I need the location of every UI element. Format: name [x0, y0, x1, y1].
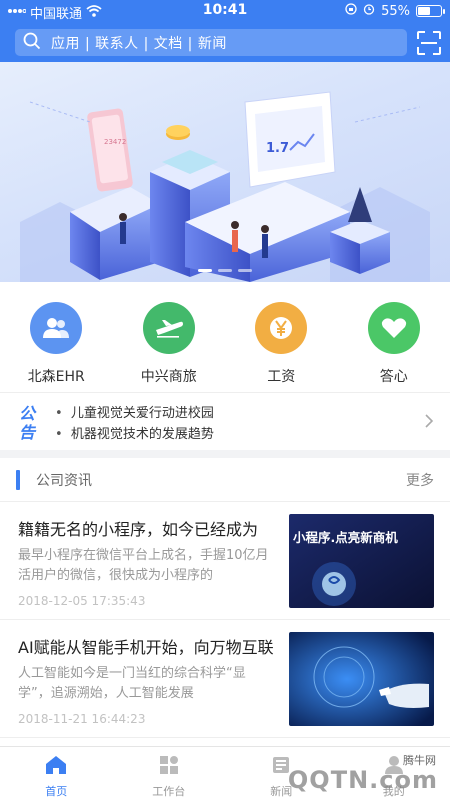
app-label: 北森EHR	[27, 369, 85, 385]
company-news: 公司资讯 更多 籍籍无名的小程序，如今已经成为 最早小程序在微信平台上成名，手握…	[0, 458, 450, 746]
announcement-item[interactable]: 儿童视觉关爱行动进校园	[55, 403, 214, 424]
announcement-badge-char-1: 公	[19, 404, 37, 423]
app-label: 中兴商旅	[140, 369, 197, 385]
carousel-dot-3[interactable]	[238, 269, 252, 272]
search-bar[interactable]: 应用 | 联系人 | 文档 | 新闻	[15, 29, 407, 56]
announcement-badge: 公 告	[18, 402, 40, 442]
rotation-lock-icon	[345, 3, 357, 19]
carousel-dot-1[interactable]	[198, 269, 212, 272]
monitor-screen-value: 1.7	[266, 141, 289, 156]
section-title: 公司资讯	[36, 473, 92, 489]
workbench-icon	[159, 755, 179, 779]
news-summary: 最早小程序在微信平台上成名，手握10亿月活用户的微信，很快成为小程序的	[18, 548, 269, 583]
heart-icon	[367, 302, 420, 354]
battery-percent: 55%	[381, 3, 410, 19]
watermark-logo: QQTN.com	[287, 766, 438, 794]
thumbnail-caption: 小程序.点亮新商机	[292, 530, 398, 545]
search-icon	[23, 32, 41, 54]
news-date: 2018-12-05 17:35:43	[18, 594, 146, 608]
search-placeholder: 应用 | 联系人 | 文档 | 新闻	[51, 35, 227, 52]
carousel-indicator[interactable]	[0, 269, 450, 272]
news-title: AI赋能从智能手机开始，向万物互联	[18, 638, 274, 657]
battery-icon	[416, 5, 445, 17]
home-icon	[45, 755, 67, 779]
scan-icon[interactable]	[416, 30, 442, 56]
news-thumbnail: 小程序.点亮新商机	[289, 514, 434, 608]
app-salary[interactable]: 工资	[225, 282, 338, 392]
news-header: 公司资讯 更多	[0, 458, 450, 502]
yen-icon	[255, 302, 308, 354]
tab-label: 首页	[45, 785, 68, 798]
news-summary: 人工智能如今是一门当红的综合科学“显学”，追源溯始，人工智能发展	[18, 666, 246, 701]
watermark: 腾牛网 QQTN.com	[288, 752, 442, 798]
airplane-icon	[142, 302, 195, 354]
app-label: 工资	[267, 369, 296, 385]
quick-apps: 北森EHR 中兴商旅 工资 答心	[0, 282, 450, 392]
banner-carousel[interactable]: 23472 1.7	[0, 62, 450, 282]
section-accent-bar	[16, 470, 20, 490]
app-daxin[interactable]: 答心	[338, 282, 450, 392]
news-item[interactable]: 籍籍无名的小程序，如今已经成为 最早小程序在微信平台上成名，手握10亿月活用户的…	[0, 502, 450, 620]
news-date: 2018-11-21 16:44:23	[18, 712, 146, 726]
status-bar: 中国联通 10:41 55%	[0, 0, 450, 22]
banner-illustration: 23472 1.7	[20, 91, 430, 282]
tab-workbench[interactable]: 工作台	[113, 747, 226, 800]
users-icon	[30, 302, 83, 354]
app-label: 答心	[379, 369, 408, 385]
chevron-right-icon[interactable]	[424, 413, 434, 433]
carousel-dot-2[interactable]	[218, 269, 232, 272]
news-title: 籍籍无名的小程序，如今已经成为	[18, 520, 259, 539]
news-item[interactable]: AI赋能从智能手机开始，向万物互联 人工智能如今是一门当红的综合科学“显学”，追…	[0, 620, 450, 738]
tab-label: 工作台	[152, 785, 186, 798]
app-zte-travel[interactable]: 中兴商旅	[113, 282, 226, 392]
announcement-badge-char-2: 告	[19, 423, 37, 442]
phone-screen-value: 23472	[104, 138, 126, 146]
tab-home[interactable]: 首页	[0, 747, 113, 800]
app-beisen-ehr[interactable]: 北森EHR	[0, 282, 113, 392]
alarm-icon	[363, 3, 375, 19]
news-thumbnail	[289, 632, 434, 726]
announcement-list: 儿童视觉关爱行动进校园 机器视觉技术的发展趋势	[55, 403, 214, 445]
announcement-item[interactable]: 机器视觉技术的发展趋势	[55, 424, 214, 445]
header: 中国联通 10:41 55% 应用 | 联系人 | 文档 | 新闻	[0, 0, 450, 62]
announcement-bar[interactable]: 公 告 儿童视觉关爱行动进校园 机器视觉技术的发展趋势	[0, 392, 450, 450]
more-link[interactable]: 更多	[406, 470, 434, 490]
